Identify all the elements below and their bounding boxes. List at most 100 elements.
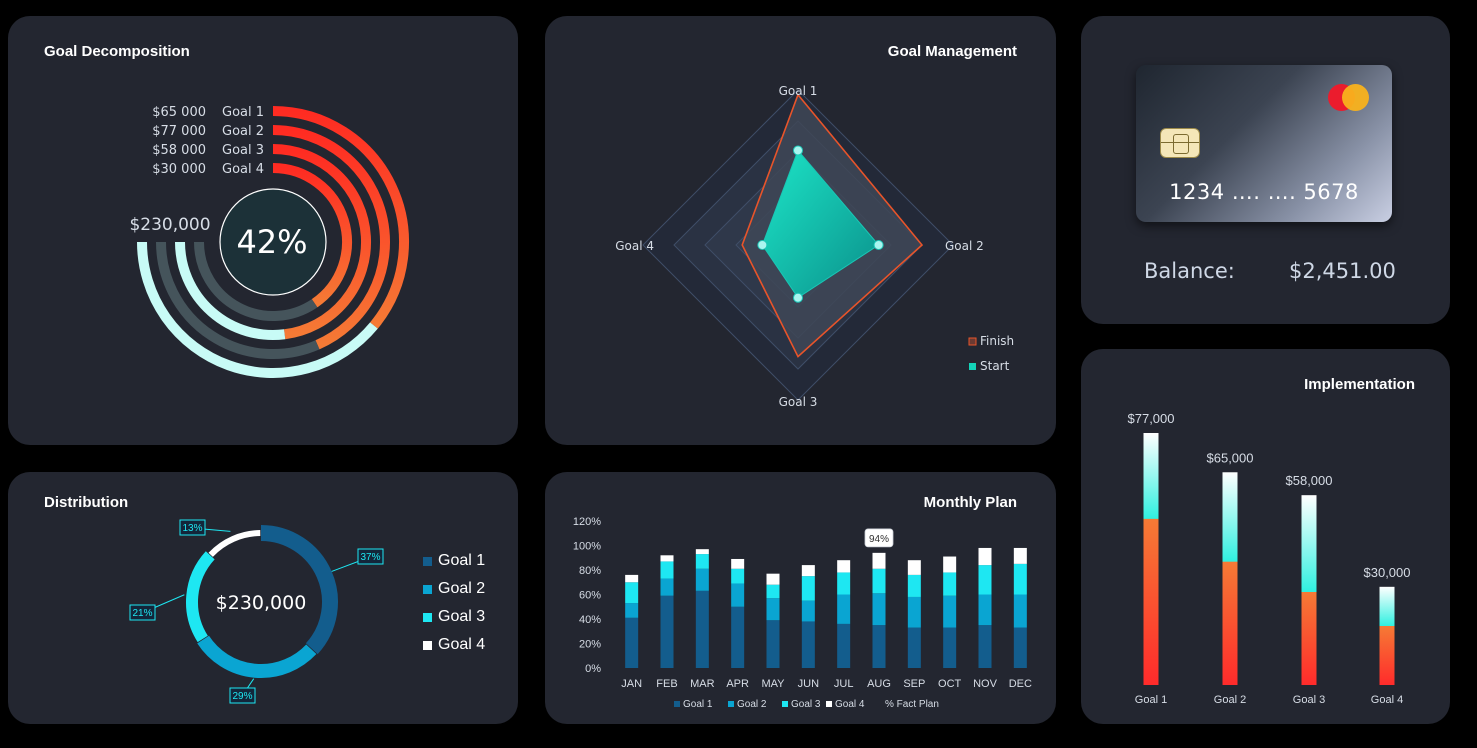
stacked-bar-segment [695,568,709,591]
stacked-bar-segment [625,574,639,583]
distribution-panel: Distribution $230,000 37% 29% 21% 13% Goal 1… [8,472,518,724]
stacked-bar-segment [943,556,957,573]
stacked-bar-segment [872,552,886,569]
stacked-bar-segment [731,558,745,569]
stacked-bar-segment [837,623,851,668]
implementation-bar [1379,586,1395,685]
stacked-bar-segment [1013,627,1027,668]
legend-label: Goal 1 [438,552,486,569]
legend-label: Goal 1 [683,699,713,710]
credit-card[interactable]: 1234 …. …. 5678 [1136,65,1392,222]
legend-label-finish: Finish [980,334,1014,348]
balance-value: $2,451.00 [1289,259,1396,283]
x-tick-label: DEC [1009,678,1032,690]
stacked-bar-segment [907,627,921,668]
goal-amount-label: $30 000 [152,162,206,177]
donut-slice [208,530,261,557]
x-tick-label: JUL [834,678,854,690]
stacked-bar-segment [943,572,957,596]
radar-start-point [793,292,803,303]
legend-swatch [826,701,832,707]
x-tick-label: Goal 3 [1293,694,1325,706]
goal-amount-label: $65 000 [152,105,206,120]
distribution-legend-goal4: Goal 4 [423,636,485,654]
distribution-chart: $230,000 37% 29% 21% 13% [129,519,384,704]
stacked-bar-segment [837,594,851,624]
goal-name-label: Goal 4 [222,162,264,177]
stacked-bar-segment [978,594,992,626]
stacked-bar-segment [695,554,709,569]
stacked-bar-segment [872,625,886,668]
x-tick-label: MAY [761,678,785,690]
legend-label: Goal 4 [438,636,486,653]
stacked-bar-segment [907,560,921,575]
goal-management-chart: Goal 1 Goal 2 Goal 3 Goal 4 Finish Start [615,84,1014,409]
stacked-bar-segment [978,565,992,595]
donut-data-label: 29% [232,691,252,702]
x-tick-label: MAR [690,678,715,690]
donut-slice [197,635,317,678]
card-number: 1234 …. …. 5678 [1169,180,1359,204]
radar-axis-label: Goal 4 [615,239,654,253]
stacked-bar-segment [978,625,992,668]
radar-start-point [873,240,884,250]
legend-swatch [423,556,432,566]
stacked-bar-segment [766,620,780,668]
stacked-bar-segment [801,600,815,622]
radar-axis-label: Goal 2 [945,239,984,253]
stacked-bar-segment [625,617,639,668]
legend-swatch [728,701,734,707]
stacked-bar-segment [766,598,780,621]
goal-name-label: Goal 3 [222,143,264,158]
stacked-bar-segment [978,547,992,566]
total-amount-label: $230,000 [129,215,210,235]
goal-name-label: Goal 2 [222,124,264,139]
donut-data-label: 37% [360,552,380,563]
legend-label-start: Start [980,359,1010,373]
radar-start-point [757,240,768,250]
legend-label: Goal 3 [791,699,821,710]
stacked-bar-segment [660,555,674,562]
implementation-chart: $77,000 Goal 1 $65,000 Goal 2 $58,000 Goal 3 $… [1128,411,1411,706]
x-tick-label: Goal 2 [1214,694,1246,706]
stacked-bar-segment [660,595,674,668]
stacked-bar-segment [907,596,921,628]
stacked-bar-segment [801,565,815,577]
implementation-bar [1222,472,1238,685]
stacked-bar-segment [731,606,745,668]
stacked-bar-segment [625,603,639,618]
radar-start-point [793,145,803,156]
donut-data-label: 13% [182,523,202,534]
legend-swatch [423,640,432,650]
stacked-bar-segment [837,572,851,595]
goal-amount-label: $77 000 [152,124,206,139]
card-panel: 1234 …. …. 5678 Balance: $2,451.00 [1081,16,1450,324]
stacked-bar-segment [625,582,639,604]
tooltip-label: 94% [869,534,889,545]
y-tick-label: 0% [585,663,601,675]
x-tick-label: Goal 1 [1135,694,1167,706]
monthly-plan-chart: 0% 20% 40% 60% 80% 100% 120% JAN FEB MAR APR MAY JUN… [573,516,1032,710]
radar-axis-label: Goal 1 [779,84,818,98]
balance-label: Balance: [1144,259,1235,283]
x-tick-label: OCT [938,678,962,690]
goal-management-panel: Goal Management Goal 1 Goal 2 Goal 3 Goal 4… [545,16,1056,445]
bar-data-label: $65,000 [1207,450,1254,465]
stacked-bar-segment [943,595,957,628]
goal-decomposition-chart: 42% $230,000 $65 000 Goal 1 $77 000 Goal 2 $58… [129,105,409,378]
y-tick-label: 80% [579,565,601,577]
x-tick-label: NOV [973,678,998,690]
stacked-bar-segment [872,593,886,626]
donut-center-label: $230,000 [216,592,307,614]
y-tick-label: 40% [579,614,601,626]
y-tick-label: 120% [573,516,601,528]
donut-slice [260,525,338,655]
x-tick-label: APR [726,678,749,690]
stacked-bar-segment [907,574,921,597]
distribution-legend-goal2: Goal 2 [423,580,485,598]
stacked-bar-segment [695,549,709,555]
stacked-bar-segment [801,576,815,601]
stacked-bar-segment [660,578,674,596]
donut-slice [186,551,215,643]
implementation-bar [1143,433,1159,685]
